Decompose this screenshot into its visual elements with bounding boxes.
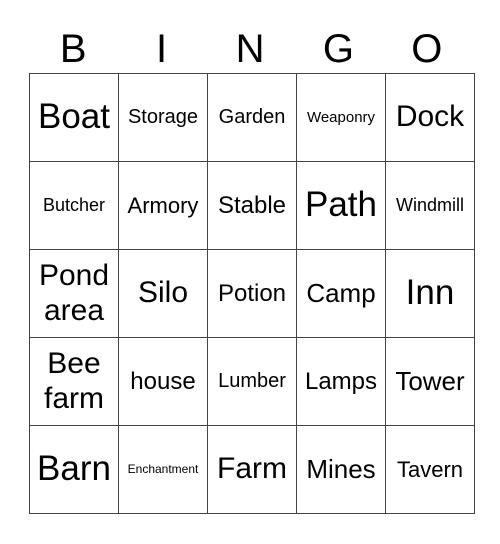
bingo-cell[interactable]: Enchantment	[118, 425, 208, 514]
bingo-cell[interactable]: Storage	[118, 73, 208, 162]
header-letter-o: O	[411, 27, 443, 71]
bingo-cell[interactable]: Garden	[207, 73, 297, 162]
grid-row: Pond area Silo Potion Camp Inn	[29, 249, 475, 338]
bingo-cell[interactable]: Bee farm	[29, 337, 119, 426]
header-letter-g: G	[322, 27, 354, 71]
bingo-cell[interactable]: Lumber	[207, 337, 297, 426]
bingo-cell[interactable]: Butcher	[29, 161, 119, 250]
bingo-cell[interactable]: Armory	[118, 161, 208, 250]
bingo-cell[interactable]: Lamps	[296, 337, 386, 426]
bingo-cell[interactable]: Inn	[385, 249, 475, 338]
bingo-cell[interactable]: Mines	[296, 425, 386, 514]
bingo-cell[interactable]: Pond area	[29, 249, 119, 338]
bingo-card-grid: Boat Storage Garden Weaponry Dock Butche…	[29, 73, 475, 514]
grid-row: Barn Enchantment Farm Mines Tavern	[29, 425, 475, 514]
bingo-cell[interactable]: Windmill	[385, 161, 475, 250]
bingo-cell[interactable]: Tower	[385, 337, 475, 426]
header-letter-n: N	[235, 27, 265, 71]
bingo-header: B I N G O	[29, 24, 471, 74]
grid-row: Butcher Armory Stable Path Windmill	[29, 161, 475, 250]
bingo-cell[interactable]: Tavern	[385, 425, 475, 514]
bingo-cell[interactable]: Camp	[296, 249, 386, 338]
header-letter-i: I	[156, 27, 168, 71]
bingo-cell[interactable]: Weaponry	[296, 73, 386, 162]
bingo-cell[interactable]: Path	[296, 161, 386, 250]
bingo-cell[interactable]: Boat	[29, 73, 119, 162]
bingo-cell[interactable]: Stable	[207, 161, 297, 250]
grid-row: Bee farm house Lumber Lamps Tower	[29, 337, 475, 426]
header-letter-b: B	[59, 27, 87, 71]
bingo-cell[interactable]: Silo	[118, 249, 208, 338]
grid-row: Boat Storage Garden Weaponry Dock	[29, 73, 475, 162]
bingo-cell[interactable]: house	[118, 337, 208, 426]
bingo-cell[interactable]: Farm	[207, 425, 297, 514]
bingo-cell[interactable]: Potion	[207, 249, 297, 338]
bingo-cell[interactable]: Dock	[385, 73, 475, 162]
bingo-cell[interactable]: Barn	[29, 425, 119, 514]
